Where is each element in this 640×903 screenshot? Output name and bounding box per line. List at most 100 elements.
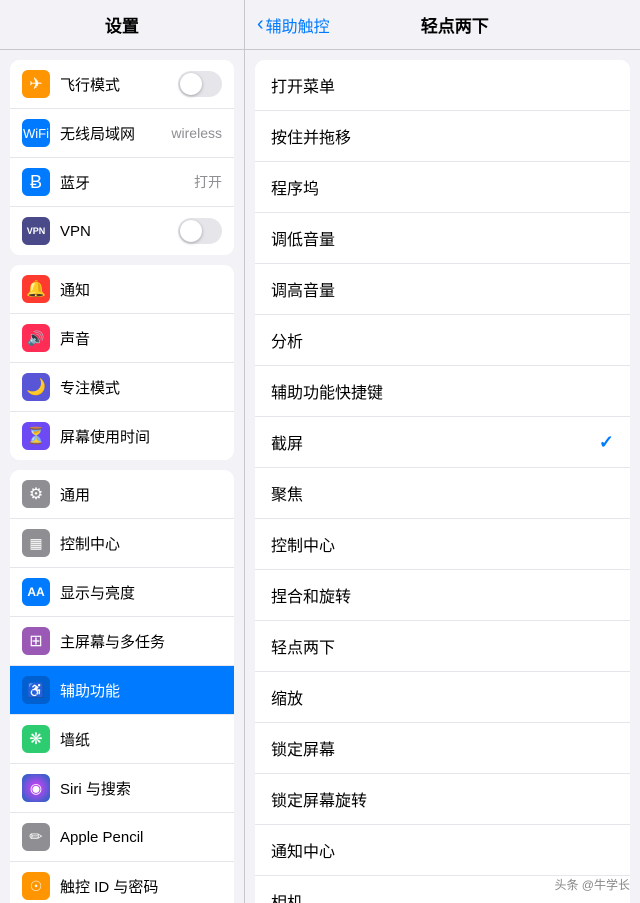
sidebar-item-general[interactable]: ⚙ 通用 [10, 470, 234, 519]
sidebar-item-label: 无线局域网 [60, 123, 171, 144]
airplane-toggle[interactable] [178, 71, 222, 97]
right-item-notification-center[interactable]: 通知中心 [255, 825, 630, 876]
sidebar-item-homescreen[interactable]: ⊞ 主屏幕与多任务 [10, 617, 234, 666]
right-item-lock-rotate[interactable]: 锁定屏幕旋转 [255, 774, 630, 825]
homescreen-icon: ⊞ [22, 627, 50, 655]
sidebar-item-label: 墙纸 [60, 729, 222, 750]
sidebar-group-personal: 🔔 通知 🔊 声音 🌙 专注模式 ⏳ 屏幕使用时间 [10, 265, 234, 460]
right-item-analysis[interactable]: 分析 [255, 315, 630, 366]
detail-header: ‹ 辅助触控 轻点两下 [245, 0, 640, 49]
right-item-label: 程序坞 [271, 175, 614, 199]
screentime-icon: ⏳ [22, 422, 50, 450]
right-item-label: 缩放 [271, 685, 614, 709]
sidebar-item-bluetooth[interactable]: Ƀ 蓝牙 打开 [10, 158, 234, 207]
sidebar-group-system: ⚙ 通用 ▦ 控制中心 AA 显示与亮度 ⊞ 主屏幕与多任务 ♿ 辅助功能 ❋ … [10, 470, 234, 903]
right-item-label: 调高音量 [271, 277, 614, 301]
right-item-focus[interactable]: 聚焦 [255, 468, 630, 519]
sound-icon: 🔊 [22, 324, 50, 352]
sidebar-group-connectivity: ✈ 飞行模式 WiFi 无线局域网 wireless Ƀ 蓝牙 打开 VPN V… [10, 60, 234, 255]
right-panel: 打开菜单 按住并拖移 程序坞 调低音量 调高音量 分析 辅助功能快捷键 截屏 [245, 50, 640, 903]
right-item-double-tap[interactable]: 轻点两下 [255, 621, 630, 672]
sidebar-item-label: 飞行模式 [60, 74, 178, 95]
sidebar-item-label: 通知 [60, 279, 222, 300]
sidebar-item-siri[interactable]: ◉ Siri 与搜索 [10, 764, 234, 813]
general-icon: ⚙ [22, 480, 50, 508]
sidebar-item-vpn[interactable]: VPN VPN [10, 207, 234, 255]
right-item-label: 控制中心 [271, 532, 614, 556]
right-item-label: 锁定屏幕 [271, 736, 614, 760]
sidebar-item-label: Apple Pencil [60, 829, 222, 846]
right-list: 打开菜单 按住并拖移 程序坞 调低音量 调高音量 分析 辅助功能快捷键 截屏 [255, 60, 630, 903]
right-item-label: 按住并拖移 [271, 124, 614, 148]
sidebar-item-controlcenter[interactable]: ▦ 控制中心 [10, 519, 234, 568]
sidebar-item-focus[interactable]: 🌙 专注模式 [10, 363, 234, 412]
right-item-label: 锁定屏幕旋转 [271, 787, 614, 811]
sidebar-item-label: 蓝牙 [60, 172, 194, 193]
right-item-screenshot[interactable]: 截屏 ✓ [255, 417, 630, 468]
sidebar-item-label: Siri 与搜索 [60, 778, 222, 799]
controlcenter-icon: ▦ [22, 529, 50, 557]
check-icon: ✓ [599, 432, 614, 453]
right-item-lock-screen[interactable]: 锁定屏幕 [255, 723, 630, 774]
sidebar-item-label: 通用 [60, 484, 222, 505]
right-item-open-menu[interactable]: 打开菜单 [255, 60, 630, 111]
right-item-label: 打开菜单 [271, 73, 614, 97]
sidebar-item-sound[interactable]: 🔊 声音 [10, 314, 234, 363]
right-item-label: 聚焦 [271, 481, 614, 505]
wifi-icon: WiFi [22, 119, 50, 147]
airplane-icon: ✈ [22, 70, 50, 98]
right-item-dock[interactable]: 程序坞 [255, 162, 630, 213]
sidebar-item-wifi[interactable]: WiFi 无线局域网 wireless [10, 109, 234, 158]
sidebar-item-label: 控制中心 [60, 533, 222, 554]
sidebar-item-accessibility[interactable]: ♿ 辅助功能 [10, 666, 234, 715]
sidebar-title: 设置 [0, 0, 245, 49]
right-item-label: 分析 [271, 328, 614, 352]
right-item-label: 辅助功能快捷键 [271, 379, 614, 403]
sidebar-item-wallpaper[interactable]: ❋ 墙纸 [10, 715, 234, 764]
sidebar-item-label: 声音 [60, 328, 222, 349]
right-item-label: 轻点两下 [271, 634, 614, 658]
right-item-label: 通知中心 [271, 838, 614, 862]
watermark: 头条 @牛学长 [554, 876, 630, 893]
right-item-label: 截屏 [271, 430, 599, 454]
sidebar-item-label: 屏幕使用时间 [60, 426, 222, 447]
sidebar-item-pencil[interactable]: ✏ Apple Pencil [10, 813, 234, 862]
sidebar-item-label: 专注模式 [60, 377, 222, 398]
touchid-icon: ☉ [22, 872, 50, 900]
right-item-shortcut[interactable]: 辅助功能快捷键 [255, 366, 630, 417]
wallpaper-icon: ❋ [22, 725, 50, 753]
pencil-icon: ✏ [22, 823, 50, 851]
sidebar-item-touchid[interactable]: ☉ 触控 ID 与密码 [10, 862, 234, 903]
display-icon: AA [22, 578, 50, 606]
right-item-vol-down[interactable]: 调低音量 [255, 213, 630, 264]
right-item-vol-up[interactable]: 调高音量 [255, 264, 630, 315]
header: 设置 ‹ 辅助触控 轻点两下 [0, 0, 640, 50]
sidebar-item-display[interactable]: AA 显示与亮度 [10, 568, 234, 617]
right-item-label: 调低音量 [271, 226, 614, 250]
vpn-icon: VPN [22, 217, 50, 245]
focus-icon: 🌙 [22, 373, 50, 401]
vpn-toggle[interactable] [178, 218, 222, 244]
right-item-control-center[interactable]: 控制中心 [255, 519, 630, 570]
notification-icon: 🔔 [22, 275, 50, 303]
sidebar-item-notification[interactable]: 🔔 通知 [10, 265, 234, 314]
accessibility-icon: ♿ [22, 676, 50, 704]
sidebar-item-label: 显示与亮度 [60, 582, 222, 603]
detail-title: 轻点两下 [330, 12, 640, 37]
bluetooth-icon: Ƀ [22, 168, 50, 196]
sidebar-item-airplane[interactable]: ✈ 飞行模式 [10, 60, 234, 109]
sidebar-item-label: VPN [60, 223, 178, 240]
right-item-zoom[interactable]: 缩放 [255, 672, 630, 723]
main-content: ✈ 飞行模式 WiFi 无线局域网 wireless Ƀ 蓝牙 打开 VPN V… [0, 50, 640, 903]
sidebar-item-label: 主屏幕与多任务 [60, 631, 222, 652]
right-item-fold-rotate[interactable]: 捏合和旋转 [255, 570, 630, 621]
sidebar-item-label: 触控 ID 与密码 [60, 876, 222, 897]
siri-icon: ◉ [22, 774, 50, 802]
sidebar-item-screentime[interactable]: ⏳ 屏幕使用时间 [10, 412, 234, 460]
right-item-label: 捏合和旋转 [271, 583, 614, 607]
back-button[interactable]: ‹ 辅助触控 [245, 13, 330, 37]
right-item-press-drag[interactable]: 按住并拖移 [255, 111, 630, 162]
sidebar: ✈ 飞行模式 WiFi 无线局域网 wireless Ƀ 蓝牙 打开 VPN V… [0, 50, 245, 903]
bluetooth-value: 打开 [194, 172, 222, 192]
sidebar-item-label: 辅助功能 [60, 680, 222, 701]
